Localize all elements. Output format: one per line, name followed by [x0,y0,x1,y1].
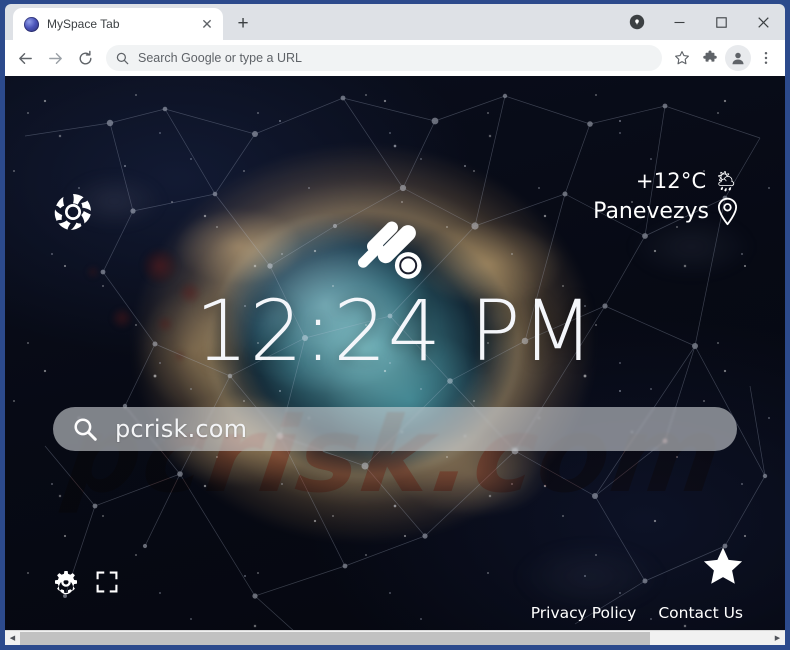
gear-icon[interactable] [52,568,80,596]
window-minimize-button[interactable] [659,6,699,38]
bookmark-star-icon[interactable] [669,45,695,71]
footer-links: Privacy Policy Contact Us [531,604,743,622]
new-tab-button[interactable]: + [229,9,257,37]
fullscreen-expand-icon[interactable] [95,570,119,594]
browser-toolbar: Search Google or type a URL [5,40,785,76]
newtab-overlay: +12°C 🌦 Panevezys 12:24 PM pcrisk.com Pr… [5,76,785,645]
tab-strip: MySpace Tab ✕ + [5,4,785,40]
comet-icon [356,217,434,289]
weather-temperature: +12°C [635,169,707,193]
weather-city: Panevezys [593,199,709,224]
address-bar-placeholder: Search Google or type a URL [138,51,302,65]
contact-us-link[interactable]: Contact Us [658,604,743,622]
tab-favicon-icon [24,16,39,32]
magnifier-icon [74,417,97,441]
clock-display: 12:24 PM [195,282,595,380]
sun-behind-rain-cloud-icon: 🌦 [713,169,739,193]
newtab-search-bar[interactable]: pcrisk.com [53,407,737,451]
profile-avatar-icon[interactable] [725,45,751,71]
weather-widget[interactable]: +12°C 🌦 Panevezys [593,169,739,226]
window-controls [623,4,785,40]
scroll-left-arrow-icon[interactable]: ◀ [5,631,20,646]
window-close-button[interactable] [743,6,783,38]
browser-tab[interactable]: MySpace Tab ✕ [13,8,223,40]
scrollbar-track[interactable] [20,631,770,646]
scroll-right-arrow-icon[interactable]: ▶ [770,631,785,646]
weather-location-row: Panevezys [593,197,739,226]
omnibox-search-icon [116,52,129,64]
page-viewport: pcrisk.com +12°C 🌦 Panevezys 12:24 PM pc… [5,76,785,645]
forward-icon[interactable] [41,44,69,72]
scrollbar-thumb[interactable] [20,631,650,645]
window-maximize-button[interactable] [701,6,741,38]
extensions-puzzle-icon[interactable] [697,45,723,71]
location-pin-icon [717,197,738,226]
back-icon[interactable] [11,44,39,72]
aperture-logo-icon[interactable] [52,191,94,233]
browser-window: MySpace Tab ✕ + Search Google or type a … [0,0,790,650]
star-icon[interactable] [703,546,743,586]
newtab-search-value: pcrisk.com [115,415,248,443]
tabstrip-profile-icon[interactable] [623,8,651,36]
tab-close-icon[interactable]: ✕ [199,16,215,32]
weather-temperature-row: +12°C 🌦 [593,169,739,193]
reload-icon[interactable] [71,44,99,72]
tab-title: MySpace Tab [47,17,120,31]
chrome-menu-icon[interactable] [753,45,779,71]
address-bar[interactable]: Search Google or type a URL [106,45,662,71]
privacy-policy-link[interactable]: Privacy Policy [531,604,637,622]
horizontal-scrollbar[interactable]: ◀ ▶ [5,630,785,645]
